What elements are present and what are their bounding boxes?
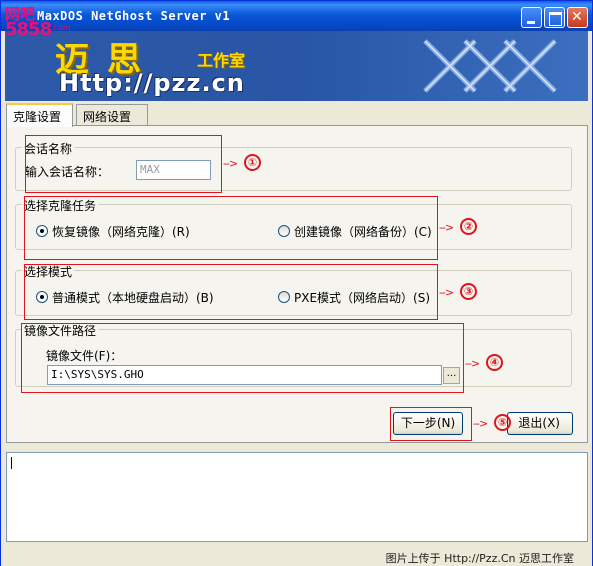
annotation-marker-1: ① — [244, 154, 261, 171]
annotation-marker-3: ③ — [460, 283, 477, 300]
restore-image-radio[interactable] — [36, 225, 48, 237]
session-name-input[interactable]: MAX — [136, 160, 211, 180]
status-text: 图片上传于 Http://Pzz.Cn 迈思工作室 — [385, 552, 574, 565]
mode-group-title: 选择模式 — [22, 263, 75, 280]
close-button[interactable] — [567, 7, 588, 28]
title-bar[interactable]: MaxDOS NetGhost Server v1 — [1, 1, 592, 31]
log-output[interactable] — [6, 452, 588, 542]
annotation-arrow-2: --> — [439, 221, 454, 234]
normal-mode-label[interactable]: 普通模式（本地硬盘启动）(B) — [52, 289, 214, 306]
text-caret — [11, 457, 12, 469]
clone-task-group: 选择克隆任务 恢复镜像（网络克隆）(R) 创建镜像（网络备份）(C) — [15, 197, 572, 250]
app-window: MaxDOS NetGhost Server v1 迈思 工作室 Http://… — [0, 0, 593, 566]
banner-url: Http://pzz.cn — [59, 69, 245, 97]
pxe-mode-label[interactable]: PXE模式（网络启动）(S) — [294, 289, 430, 306]
annotation-arrow-5: --> — [473, 417, 488, 430]
image-path-input[interactable]: I:\SYS\SYS.GHO — [47, 365, 442, 385]
annotation-arrow-4: --> — [465, 357, 480, 370]
banner: 迈思 工作室 Http://pzz.cn — [5, 31, 588, 101]
clone-task-group-title: 选择克隆任务 — [22, 197, 99, 214]
browse-button[interactable]: ... — [443, 367, 460, 384]
site-watermark: 网吧 5858 .com — [5, 3, 77, 43]
annotation-marker-4: ④ — [486, 354, 503, 371]
pxe-mode-radio[interactable] — [278, 291, 290, 303]
clone-settings-panel: 会话名称 输入会话名称： MAX 选择克隆任务 恢复镜像（网络克隆）(R) 创建… — [6, 125, 588, 443]
maximize-button[interactable] — [544, 7, 565, 28]
annotation-marker-2: ② — [460, 218, 477, 235]
annotation-arrow-1: --> — [223, 157, 238, 170]
tab-clone-settings[interactable]: 克隆设置 — [6, 103, 73, 127]
tab-network-settings[interactable]: 网络设置 — [76, 104, 148, 126]
create-image-radio[interactable] — [278, 225, 290, 237]
annotation-marker-5: ⑤ — [494, 414, 511, 431]
next-button[interactable]: 下一步(N) — [393, 412, 463, 435]
banner-logo-icon — [423, 39, 557, 93]
watermark-text-3: .com — [51, 23, 71, 32]
image-path-group-title: 镜像文件路径 — [22, 322, 99, 339]
banner-studio: 工作室 — [197, 51, 246, 70]
session-group: 会话名称 输入会话名称： MAX — [15, 140, 572, 191]
restore-image-label[interactable]: 恢复镜像（网络克隆）(R) — [52, 223, 190, 240]
annotation-arrow-3: --> — [439, 286, 454, 299]
create-image-label[interactable]: 创建镜像（网络备份）(C) — [294, 223, 432, 240]
status-bar: 图片上传于 Http://Pzz.Cn 迈思工作室 — [1, 546, 592, 566]
session-name-label: 输入会话名称： — [25, 165, 110, 179]
normal-mode-radio[interactable] — [36, 291, 48, 303]
minimize-button[interactable] — [521, 7, 542, 28]
image-file-label: 镜像文件(F)： — [46, 349, 123, 363]
exit-button[interactable]: 退出(X) — [507, 412, 573, 435]
mode-group: 选择模式 普通模式（本地硬盘启动）(B) PXE模式（网络启动）(S) — [15, 263, 572, 316]
watermark-text-2: 5858 — [5, 19, 52, 40]
session-group-title: 会话名称 — [22, 140, 75, 157]
